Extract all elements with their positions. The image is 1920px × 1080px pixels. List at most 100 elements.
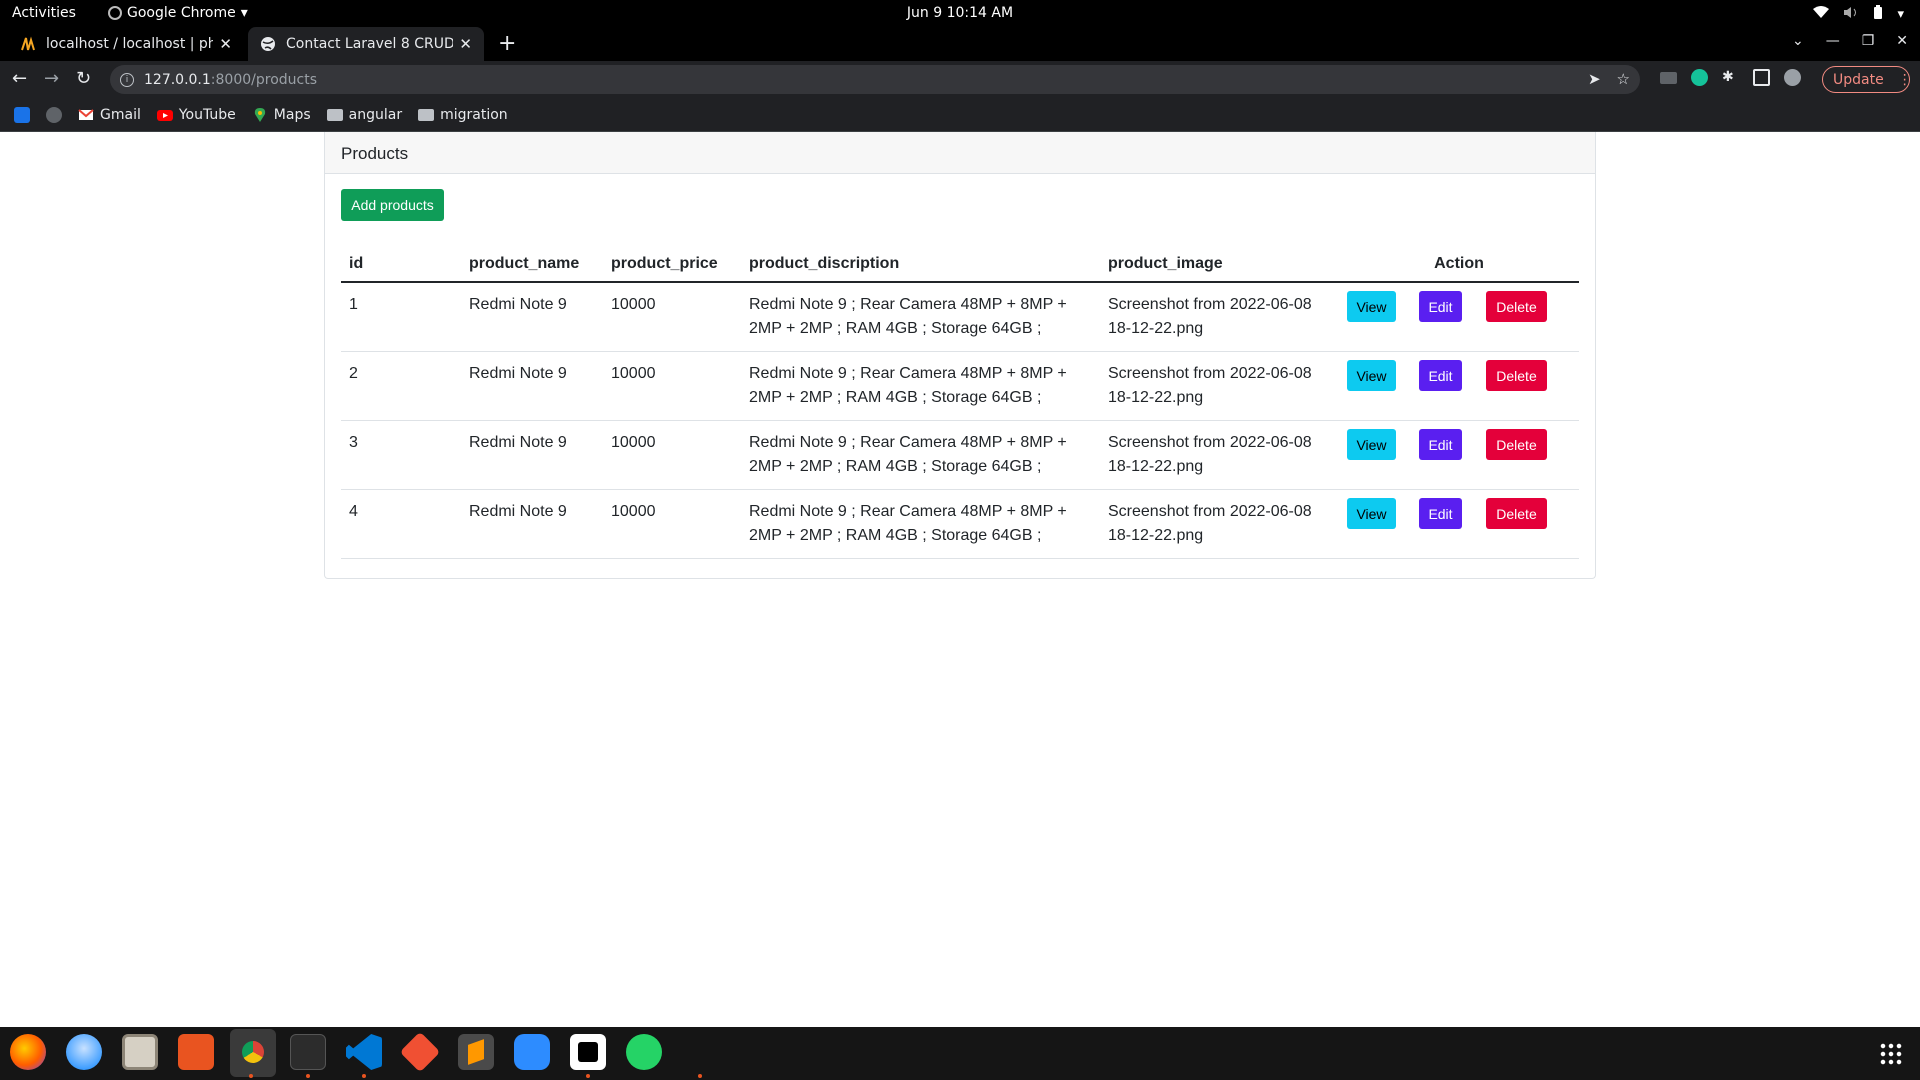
back-icon[interactable]: ← [12,68,27,89]
zoom-icon[interactable] [514,1034,550,1070]
bookmark-youtube[interactable]: YouTube [156,107,236,123]
delete-button[interactable]: Delete [1486,291,1547,322]
running-indicator [698,1074,702,1078]
more-menu-icon: ⋮ [1897,71,1912,88]
header-product-name: product_name [461,244,603,283]
running-indicator [249,1074,253,1078]
reload-icon[interactable]: ↻ [76,68,91,89]
bookmark-label: angular [348,106,403,123]
git-icon[interactable] [399,1031,441,1073]
tab-search-icon[interactable]: ⌄ [1792,33,1804,49]
bookmark-gmail[interactable]: Gmail [78,107,141,123]
cell-actions: View Edit Delete [1339,420,1579,490]
header-product-price: product_price [603,244,741,283]
view-button[interactable]: View [1347,291,1396,322]
description-line: 2MP + 2MP ; RAM 4GB ; Storage 64GB ; [749,389,1042,406]
image-line: 18-12-22.png [1108,527,1204,544]
cell-id: 1 [341,282,461,352]
vscode-icon[interactable] [346,1034,382,1070]
bookmarks-bar: Gmail YouTube Maps angular migration [0,98,1920,132]
cell-actions: View Edit Delete [1339,282,1579,352]
view-button[interactable]: View [1347,429,1396,460]
cell-price: 10000 [603,489,741,559]
update-button[interactable]: Update ⋮ [1822,66,1912,93]
side-panel-icon[interactable] [1753,69,1770,86]
inkscape-icon[interactable] [570,1034,606,1070]
system-tray[interactable]: ▾ [1813,5,1904,23]
update-label: Update [1833,71,1884,88]
inkscape-glyph [578,1042,598,1062]
header-product-description: product_discription [741,244,1100,283]
profile-avatar[interactable] [1784,69,1801,86]
delete-button[interactable]: Delete [1486,498,1547,529]
cell-price: 10000 [603,351,741,421]
image-line: Screenshot from 2022-06-08 [1108,434,1312,451]
running-indicator [306,1074,310,1078]
tab-contact-crud[interactable]: Contact Laravel 8 CRUD ✕ [248,27,484,61]
bookmark-app-1[interactable] [14,106,30,123]
running-indicator [586,1074,590,1078]
battery-icon [1873,5,1883,23]
close-window-icon[interactable]: ✕ [1896,33,1908,49]
address-bar[interactable]: i 127.0.0.1:8000/products ➤ ☆ [110,65,1640,94]
show-applications-icon[interactable] [1879,1042,1903,1066]
browser-toolbar: ← → ↻ i 127.0.0.1:8000/products ➤ ☆ ✱ Up… [0,61,1920,98]
description-line: Redmi Note 9 ; Rear Camera 48MP + 8MP + [749,365,1067,382]
extension-icon[interactable] [1660,71,1677,84]
url-path: :8000/products [210,71,317,88]
gmail-icon [78,108,94,120]
table-header-row: id product_name product_price product_di… [341,244,1579,283]
grammarly-icon[interactable] [1691,69,1708,86]
firefox-icon[interactable] [10,1034,46,1070]
send-icon[interactable]: ➤ [1588,70,1601,88]
maps-icon [254,107,265,122]
sublime-icon[interactable] [458,1034,494,1070]
edit-button[interactable]: Edit [1419,360,1462,391]
bookmark-folder-migration[interactable]: migration [418,107,508,123]
bookmark-label: Maps [273,106,311,123]
new-tab-icon[interactable]: + [498,31,516,56]
software-icon[interactable] [178,1034,214,1070]
edit-button[interactable]: Edit [1419,498,1462,529]
cell-description: Redmi Note 9 ; Rear Camera 48MP + 8MP + 2… [741,351,1100,421]
globe-icon [261,37,275,51]
delete-button[interactable]: Delete [1486,360,1547,391]
minimize-icon[interactable]: — [1826,33,1840,49]
files-icon[interactable] [122,1034,158,1070]
bookmark-star-icon[interactable]: ☆ [1617,70,1630,88]
close-tab-icon[interactable]: ✕ [459,35,472,53]
edit-button[interactable]: Edit [1419,429,1462,460]
bookmark-app-2[interactable] [46,106,62,123]
info-icon[interactable]: i [120,72,134,87]
youtube-icon [156,109,173,121]
power-menu-icon: ▾ [1897,6,1904,22]
clock[interactable]: Jun 9 10:14 AM [0,5,1920,21]
bookmark-label: Gmail [100,106,141,123]
bookmark-folder-angular[interactable]: angular [326,106,403,123]
view-button[interactable]: View [1347,360,1396,391]
volume-icon [1843,6,1859,23]
tab-title: localhost / localhost | php [46,36,214,52]
whatsapp-icon[interactable] [626,1034,662,1070]
add-products-button[interactable]: Add products [341,189,444,221]
close-tab-icon[interactable]: ✕ [219,35,232,53]
edit-button[interactable]: Edit [1419,291,1462,322]
cell-image: Screenshot from 2022-06-08 18-12-22.png [1100,351,1339,421]
restore-icon[interactable]: ❐ [1862,33,1875,49]
cell-image: Screenshot from 2022-06-08 18-12-22.png [1100,489,1339,559]
thunderbird-icon[interactable] [66,1034,102,1070]
chrome-icon[interactable] [235,1034,271,1070]
bookmark-maps[interactable]: Maps [252,107,311,123]
cell-price: 10000 [603,282,741,352]
cell-actions: View Edit Delete [1339,351,1579,421]
table-row: 3 Redmi Note 9 10000 Redmi Note 9 ; Rear… [341,420,1579,490]
delete-button[interactable]: Delete [1486,429,1547,460]
products-table: id product_name product_price product_di… [341,244,1579,559]
terminal-icon[interactable] [290,1034,326,1070]
tab-phpmyadmin[interactable]: localhost / localhost | php ✕ [8,27,244,61]
gnome-top-bar: Activities Google Chrome ▾ Jun 9 10:14 A… [0,0,1920,27]
view-button[interactable]: View [1347,498,1396,529]
forward-icon[interactable]: → [44,68,59,89]
puzzle-icon[interactable]: ✱ [1722,69,1739,86]
cell-description: Redmi Note 9 ; Rear Camera 48MP + 8MP + 2… [741,489,1100,559]
